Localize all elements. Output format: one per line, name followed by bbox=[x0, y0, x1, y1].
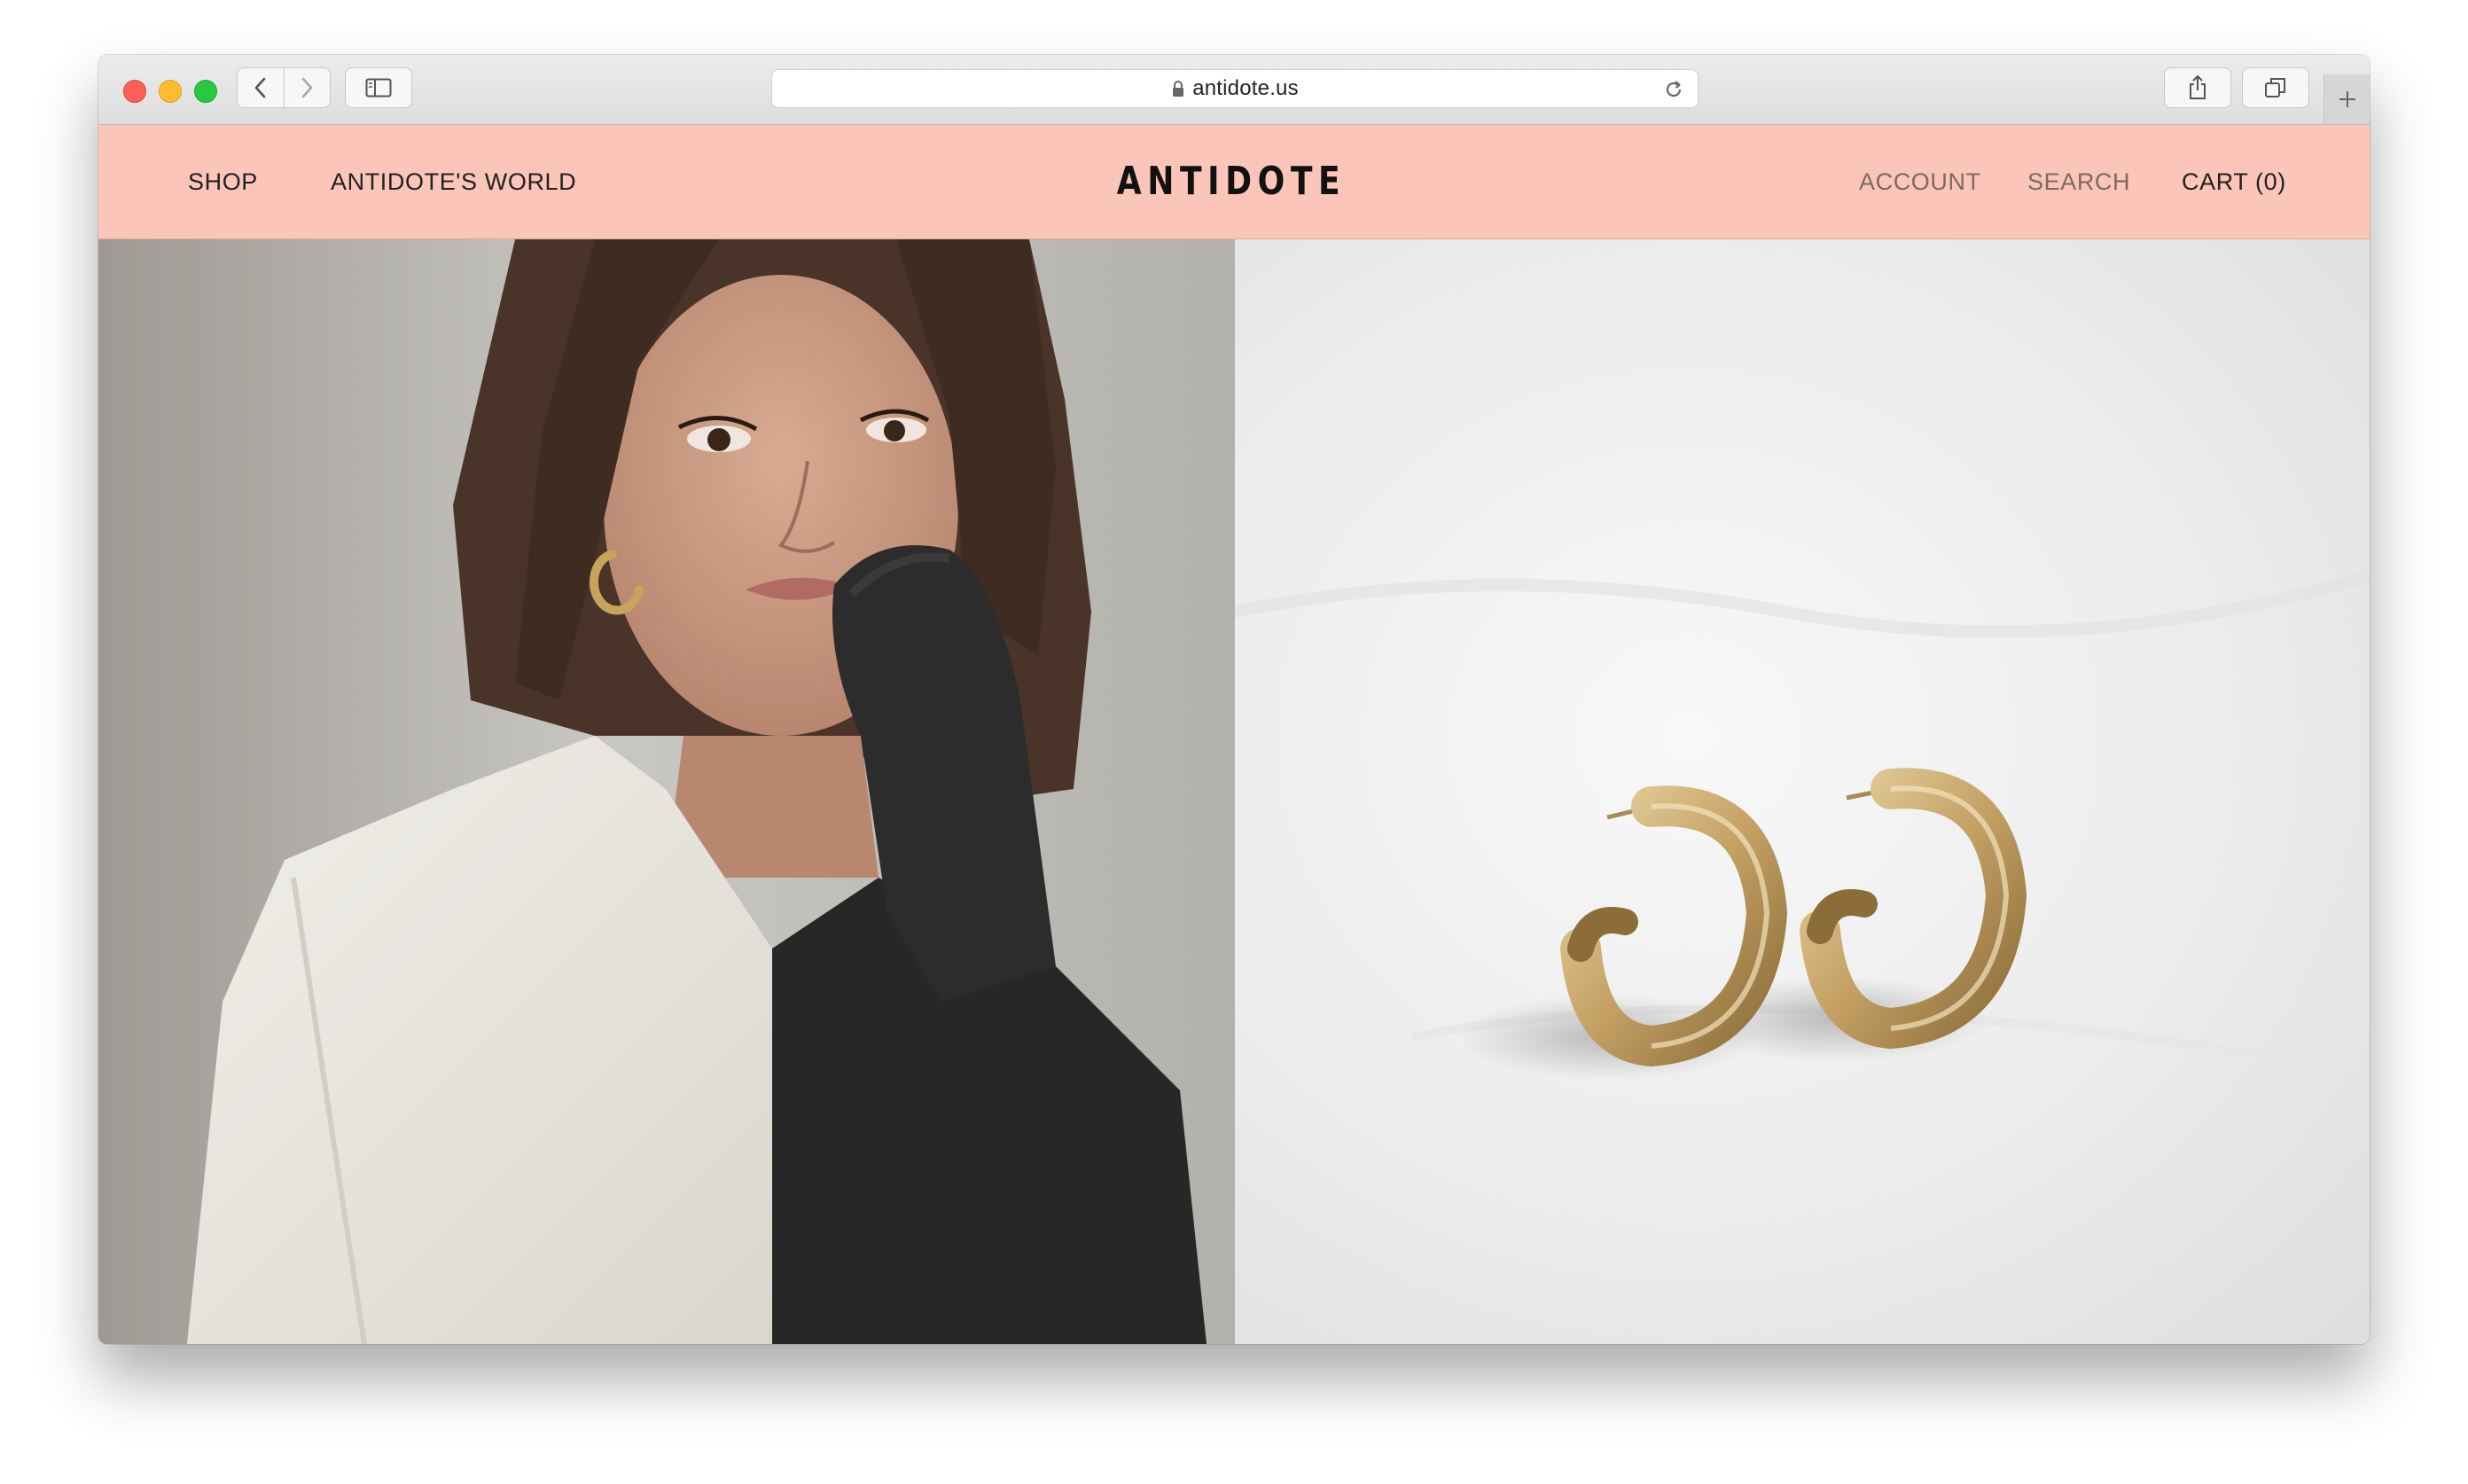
nav-search[interactable]: SEARCH bbox=[2027, 125, 2130, 238]
history-nav-group bbox=[237, 67, 331, 108]
nav-antidotes-world[interactable]: ANTIDOTE'S WORLD bbox=[331, 125, 576, 238]
site-logo[interactable]: ANTIDOTE bbox=[1058, 125, 1404, 238]
back-icon bbox=[254, 77, 266, 98]
nav-account[interactable]: ACCOUNT bbox=[1859, 125, 1981, 238]
site-header: SHOP ANTIDOTE'S WORLD ANTIDOTE ACCOUNT S… bbox=[98, 125, 2370, 239]
hero-model-photo[interactable] bbox=[98, 239, 1235, 1344]
hero-earrings-photo[interactable] bbox=[1235, 239, 2370, 1344]
browser-window: antidote.us SHOP ANTIDOTE'S WORLD ANTIDO… bbox=[98, 55, 2370, 1344]
nav-shop[interactable]: SHOP bbox=[188, 125, 258, 238]
lock-icon bbox=[1173, 81, 1184, 97]
tabs-icon bbox=[2265, 78, 2285, 98]
url-text: antidote.us bbox=[1192, 76, 1299, 100]
tab-overview-button[interactable] bbox=[2242, 67, 2309, 108]
forward-icon bbox=[301, 77, 313, 98]
plus-icon bbox=[2339, 91, 2355, 107]
reload-icon[interactable] bbox=[1662, 78, 1685, 101]
browser-toolbar: antidote.us bbox=[98, 55, 2370, 125]
sidebar-toggle-button[interactable] bbox=[345, 67, 412, 108]
close-window-button[interactable] bbox=[123, 80, 146, 103]
sidebar-icon bbox=[365, 78, 392, 98]
forward-button[interactable] bbox=[284, 68, 330, 107]
new-tab-button[interactable] bbox=[2324, 74, 2370, 124]
share-icon bbox=[2190, 75, 2206, 99]
zoom-window-button[interactable] bbox=[194, 80, 217, 103]
nav-cart[interactable]: CART (0) bbox=[2182, 125, 2286, 238]
address-bar[interactable]: antidote.us bbox=[771, 69, 1699, 108]
back-button[interactable] bbox=[238, 68, 284, 107]
model-illustration bbox=[98, 239, 1235, 1344]
share-button[interactable] bbox=[2164, 67, 2231, 108]
earrings-illustration bbox=[1235, 570, 2370, 1080]
minimize-window-button[interactable] bbox=[159, 80, 182, 103]
